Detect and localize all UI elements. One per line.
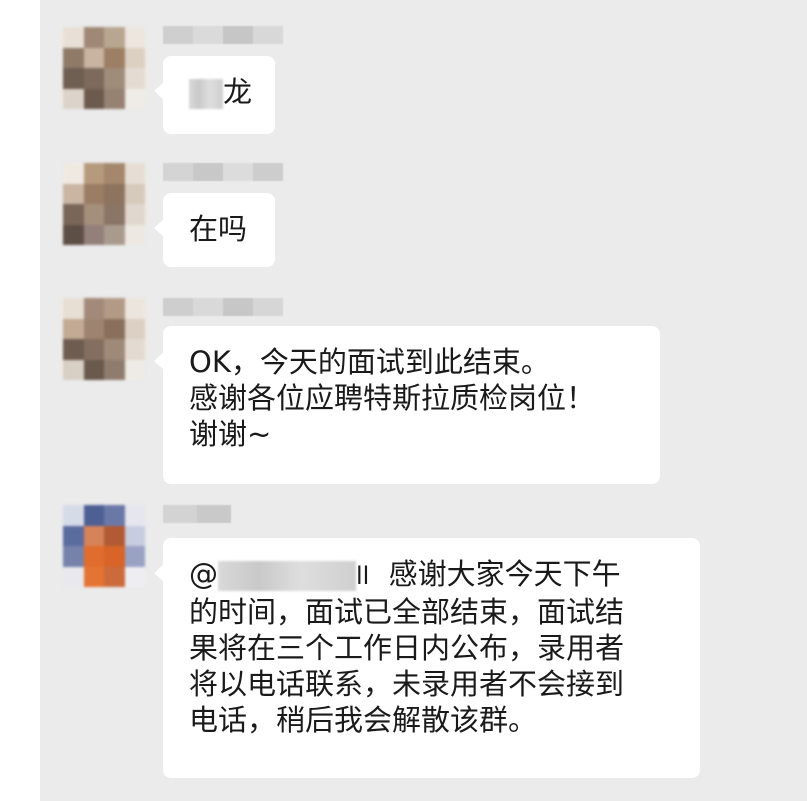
message-text: 在吗: [189, 212, 248, 246]
sender-name-redacted: [163, 298, 283, 316]
left-panel-edge: [0, 0, 40, 801]
message-text: 感谢大家今天下午: [388, 557, 621, 591]
sender-name-redacted: [163, 26, 283, 44]
mention-suffix: ll: [356, 562, 370, 590]
sender-name-redacted: [163, 163, 283, 181]
message-bubble[interactable]: @ ll 感谢大家今天下午 的时间，面试已全部结束，面试结 果将在三个工作日内公布…: [154, 538, 700, 778]
message-bubble[interactable]: 龙: [154, 56, 275, 134]
message-line: 将以电话联系，未录用者不会接到: [189, 667, 625, 701]
message-bubble[interactable]: 在吗: [154, 193, 275, 267]
sender-name-redacted: [163, 505, 231, 523]
mention-prefix: @: [189, 557, 218, 591]
message-text: 龙: [189, 74, 252, 110]
avatar[interactable]: [63, 163, 145, 245]
avatar[interactable]: [63, 298, 145, 380]
message-line: @ ll 感谢大家今天下午: [189, 556, 674, 594]
message-bubble[interactable]: OK，今天的面试到此结束。 感谢各位应聘特斯拉质检岗位！ 谢谢~: [154, 326, 660, 484]
avatar[interactable]: [63, 505, 145, 587]
message-line: 果将在三个工作日内公布，录用者: [189, 631, 625, 665]
message-line: 感谢各位应聘特斯拉质检岗位！: [189, 381, 596, 415]
message-line: 电话，稍后我会解散该群。: [189, 703, 538, 737]
redacted-mention: [218, 561, 356, 591]
message-line: 的时间，面试已全部结束，面试结: [189, 595, 625, 629]
message-line: OK，今天的面试到此结束。: [189, 345, 550, 379]
redacted-text: [189, 79, 223, 109]
message-line: 谢谢~: [189, 417, 272, 451]
avatar[interactable]: [63, 27, 145, 109]
